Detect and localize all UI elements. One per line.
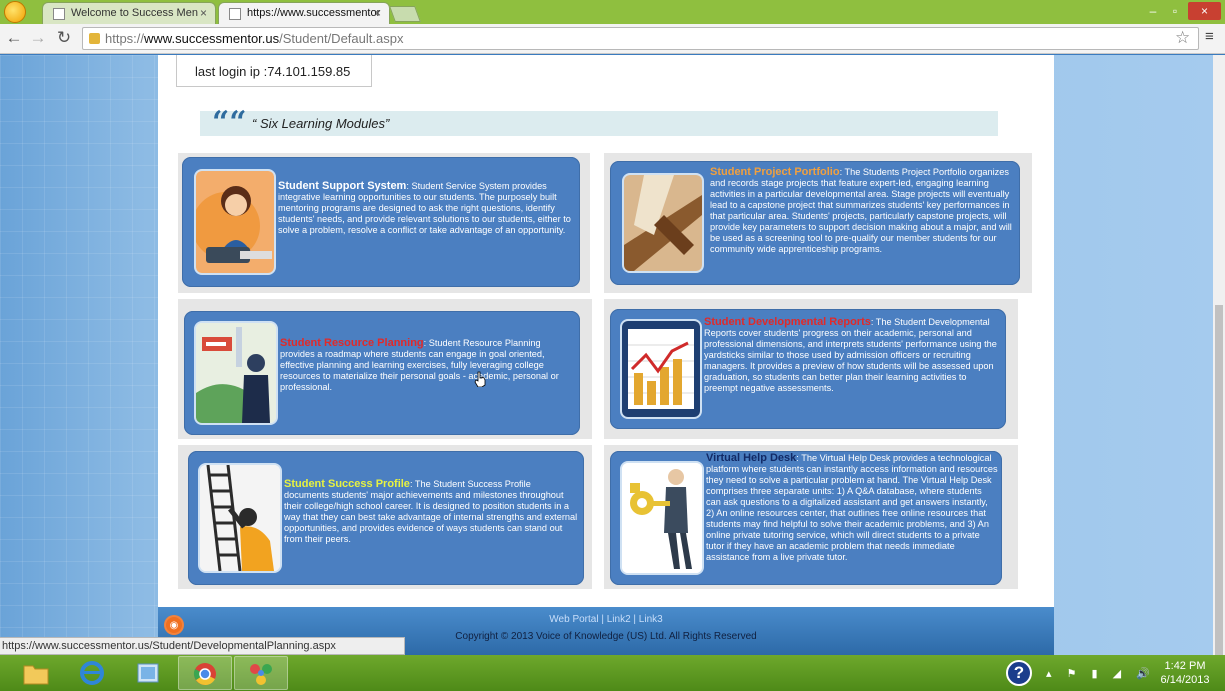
module-title[interactable]: Student Success Profile [284, 478, 410, 490]
address-bar[interactable]: https://www.successmentor.us/Student/Def… [82, 27, 1199, 50]
scrollbar-thumb[interactable] [1215, 305, 1223, 665]
module-text: : The Virtual Help Desk provides a techn… [706, 453, 998, 562]
reload-icon[interactable]: ↻ [54, 28, 74, 48]
footer-link-link3[interactable]: Link3 [639, 614, 663, 625]
module-description: Student Developmental Reports: The Stude… [704, 317, 1002, 394]
module-card-help-desk[interactable]: Virtual Help Desk: The Virtual Help Desk… [610, 451, 1002, 585]
lock-icon [89, 33, 100, 44]
hand-cursor-icon [474, 371, 486, 387]
module-card-resource-planning[interactable]: Student Resource Planning: Student Resou… [184, 311, 580, 435]
module-card-support[interactable]: Student Support System: Student Service … [182, 157, 580, 287]
ladder-climber-image [198, 463, 282, 573]
module-title[interactable]: Student Support System [278, 180, 406, 192]
tab-student-default[interactable]: https://www.successmentor × [218, 2, 390, 24]
module-text: : The Student Developmental Reports cove… [704, 317, 997, 393]
resource-planning-image [194, 321, 278, 425]
clock-time: 1:42 PM [1164, 660, 1206, 672]
page-viewport: last login ip :74.101.159.85 ““ “ Six Le… [0, 55, 1213, 655]
bookmark-star-icon[interactable]: ☆ [1175, 28, 1190, 48]
page-scrollbar[interactable] [1213, 55, 1225, 665]
module-description: Student Support System: Student Service … [278, 181, 574, 236]
back-arrow-icon[interactable]: ← [4, 28, 24, 48]
taskbar-file-explorer[interactable] [10, 656, 64, 690]
tab-close-icon[interactable]: × [374, 6, 381, 20]
tab-title: https://www.successmentor [247, 7, 381, 19]
taskbar-windows-app[interactable] [122, 656, 176, 690]
minimize-button[interactable]: – [1142, 2, 1164, 20]
link-status-bar: https://www.successmentor.us/Student/Dev… [0, 637, 405, 655]
section-header: ““ “ Six Learning Modules” [200, 105, 998, 140]
footer-links: Web Portal | Link2 | Link3 [158, 614, 1054, 625]
quote-icon: ““ [212, 105, 247, 140]
module-description: Student Resource Planning: Student Resou… [280, 338, 576, 393]
clock-date: 6/14/2013 [1160, 674, 1210, 686]
module-card-developmental-reports[interactable]: Student Developmental Reports: The Stude… [610, 309, 1006, 429]
module-description: Student Project Portfolio: The Students … [710, 167, 1014, 255]
module-text: : The Students Project Portfolio organiz… [710, 167, 1012, 254]
taskbar-network-app[interactable] [234, 656, 288, 690]
page-favicon-icon [53, 8, 65, 20]
module-title[interactable]: Student Resource Planning [280, 337, 424, 349]
chrome-icon [193, 663, 216, 685]
page-favicon-icon [229, 8, 241, 20]
section-title: “ Six Learning Modules” [252, 116, 390, 131]
internet-explorer-icon [80, 661, 104, 685]
windows-taskbar [0, 655, 1225, 691]
title-bar: Welcome to Success Men × https://www.suc… [0, 0, 1225, 24]
system-tray-icons[interactable]: ▴ ⚑ ▮ ◢ 🔊 [1046, 667, 1156, 680]
windows-app-icon [137, 663, 159, 683]
module-description: Student Success Profile: The Student Suc… [284, 479, 578, 545]
folder-icon [23, 665, 49, 685]
background-pattern [0, 55, 160, 655]
tab-title: Welcome to Success Men [71, 7, 198, 19]
url-scheme: https:// [105, 31, 145, 46]
module-card-portfolio[interactable]: Student Project Portfolio: The Students … [610, 161, 1020, 285]
portfolio-image [622, 173, 704, 273]
taskbar-internet-explorer[interactable] [66, 656, 120, 690]
footer-separator: | [598, 614, 607, 625]
forward-arrow-icon[interactable]: → [28, 28, 48, 48]
close-window-button[interactable]: × [1188, 2, 1221, 20]
module-title[interactable]: Virtual Help Desk [706, 452, 796, 464]
module-card-success-profile[interactable]: Student Success Profile: The Student Suc… [188, 451, 584, 585]
url-path: /Student/Default.aspx [279, 31, 404, 46]
footer-link-web-portal[interactable]: Web Portal [549, 614, 598, 625]
last-login-box: last login ip :74.101.159.85 [176, 55, 372, 87]
app-logo-icon [4, 1, 26, 23]
tab-welcome[interactable]: Welcome to Success Men × [42, 2, 216, 24]
key-businessman-image [620, 461, 704, 575]
tab-close-icon[interactable]: × [200, 6, 207, 20]
main-content: last login ip :74.101.159.85 ““ “ Six Le… [158, 55, 1054, 655]
call-center-agent-image [194, 169, 276, 275]
bar-chart-image [620, 319, 702, 419]
footer-separator: | [630, 614, 639, 625]
browser-toolbar: ← → ↻ https://www.successmentor.us/Stude… [0, 24, 1225, 54]
footer-link-link2[interactable]: Link2 [607, 614, 631, 625]
taskbar-clock[interactable]: 1:42 PM 6/14/2013 [1150, 659, 1220, 687]
network-app-icon [250, 664, 272, 685]
module-title[interactable]: Student Developmental Reports [704, 316, 871, 328]
taskbar-chrome[interactable] [178, 656, 232, 690]
help-icon[interactable]: ? [1006, 660, 1032, 686]
maximize-button[interactable]: ▫ [1164, 2, 1186, 20]
new-tab-button[interactable] [389, 6, 421, 22]
module-title[interactable]: Student Project Portfolio [710, 166, 840, 178]
module-description: Virtual Help Desk: The Virtual Help Desk… [706, 453, 998, 563]
chrome-menu-icon[interactable]: ≡ [1205, 28, 1214, 45]
url-domain: www.successmentor.us [144, 31, 280, 46]
